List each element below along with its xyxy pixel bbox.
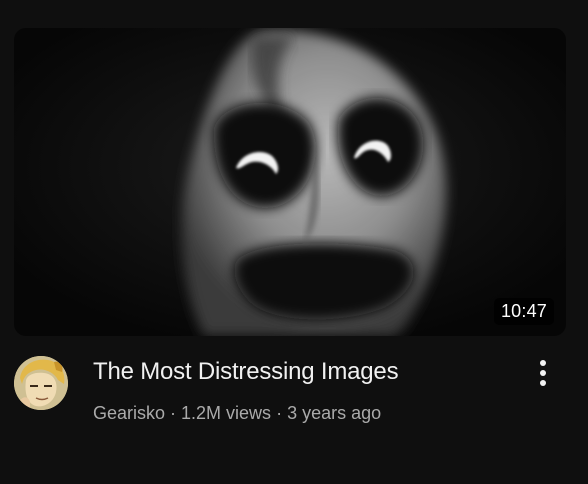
separator: · [276, 403, 283, 423]
view-count: 1.2M views [181, 403, 272, 423]
channel-name[interactable]: Gearisko [93, 403, 165, 423]
video-title[interactable]: The Most Distressing Images [93, 358, 399, 386]
menu-dot [540, 380, 546, 386]
upload-age: 3 years ago [287, 403, 382, 423]
avatar-illustration [14, 356, 68, 410]
menu-dot [540, 370, 546, 376]
video-subtitle: Gearisko · 1.2M views · 3 years ago [93, 403, 381, 424]
creepy-face-thumbnail-image [14, 28, 566, 336]
video-duration-badge: 10:47 [493, 298, 554, 325]
video-meta: The Most Distressing Images Gearisko · 1.2… [14, 352, 574, 432]
channel-avatar-icon[interactable] [14, 356, 68, 410]
video-card[interactable]: 10:47 The Most Distressing Images Gearis… [0, 0, 588, 484]
more-vert-icon[interactable] [530, 356, 556, 390]
separator: · [170, 403, 177, 423]
menu-dot [540, 360, 546, 366]
video-thumbnail[interactable]: 10:47 [14, 28, 566, 336]
